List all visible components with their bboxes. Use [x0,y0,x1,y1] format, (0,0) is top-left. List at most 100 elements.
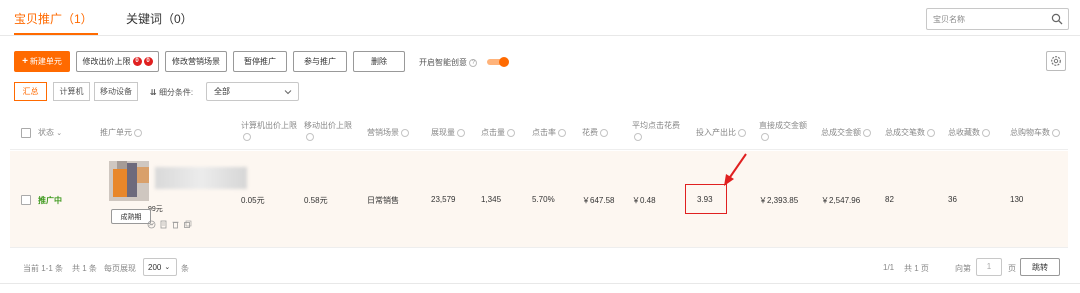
help-icon[interactable] [457,128,465,137]
search-box [926,8,1069,30]
help-icon[interactable] [134,128,142,137]
copy-icon[interactable] [183,220,192,229]
page-size-select[interactable]: 200 ⌄ [143,258,177,276]
help-icon[interactable] [507,128,515,137]
row-checkbox[interactable] [21,195,31,205]
modify-scene-button[interactable]: 修改营销场景 [165,51,227,72]
direct-gmv-cell: ￥2,393.85 [759,196,799,205]
help-icon[interactable] [863,128,871,137]
mobile-bid-cell: 0.58元 [304,196,328,205]
column-header-roi[interactable]: 投入产出比 [696,127,746,138]
help-icon[interactable] [558,128,566,137]
column-label: 营销场景 [367,128,399,137]
column-label: 移动出价上限 [304,121,352,130]
modify-bid-limit-button[interactable]: 修改出价上限 0 0 [76,51,159,72]
goto-page-input[interactable]: 1 [976,258,1002,276]
page-indicator: 1/1 [883,263,895,272]
product-thumbnail[interactable] [109,161,149,201]
device-tab-pc[interactable]: 计算机 [53,82,90,101]
document-icon[interactable] [159,220,168,229]
column-header-total-gmv[interactable]: 总成交金额 [821,127,871,138]
help-icon[interactable] [982,128,990,137]
pagination-total: 共 1 条 [72,264,97,273]
active-tab-indicator [14,33,98,35]
column-header-direct-gmv[interactable]: 直接成交金额 [759,120,819,142]
pagination-range: 当前 1-1 条 [23,264,64,273]
goto-label: 向第 [955,264,971,273]
help-icon[interactable] [401,128,409,137]
column-label: 状态 [38,128,54,137]
help-icon[interactable]: ? [469,58,478,67]
pause-button[interactable]: 暂停推广 [233,51,287,72]
pc-bid-cell: 0.05元 [241,196,265,205]
total-gmv-cell: ￥2,547.96 [821,196,861,205]
search-input[interactable] [927,9,1042,29]
page-size-value: 200 [148,262,162,272]
modify-bid-limit-label: 修改出价上限 [82,57,131,66]
cost-cell: ￥647.58 [582,196,615,205]
alert-badge: 0 [143,57,153,66]
help-icon[interactable] [306,132,314,141]
column-header-avg-cpc[interactable]: 平均点击花费 [632,120,692,142]
column-label: 总成交笔数 [885,128,925,137]
join-button[interactable]: 参与推广 [293,51,347,72]
total-orders-cell: 82 [885,195,894,204]
chevron-down-icon: ⌄ [164,264,171,271]
chart-icon[interactable] [147,220,156,229]
new-unit-button[interactable]: + 新建单元 [14,51,70,72]
clicks-cell: 1,345 [481,195,502,204]
column-header-impressions[interactable]: 展现量 [431,127,465,138]
column-header-pc-bid: 计算机出价上限 [241,120,301,142]
tab-item-promotion[interactable]: 宝贝推广（1） [14,10,93,27]
column-label: 总购物车数 [1010,128,1050,137]
scene-cell: 日常销售 [367,196,399,205]
filter-select[interactable]: 全部 [206,82,299,101]
help-icon[interactable] [1052,128,1060,137]
trash-icon[interactable] [171,220,180,229]
smart-creative-toggle[interactable] [485,57,509,67]
device-tab-mobile[interactable]: 移动设备 [94,82,138,101]
column-label: 花费 [582,128,598,137]
column-header-cart[interactable]: 总购物车数 [1010,127,1060,138]
column-header-mobile-bid: 移动出价上限 [304,120,359,142]
roi-highlight-box [685,184,727,214]
column-header-clicks[interactable]: 点击量 [481,127,515,138]
toggle-knob [499,57,509,67]
search-icon[interactable] [1051,13,1063,25]
column-label: 推广单元 [100,128,132,137]
select-all-checkbox[interactable] [21,128,31,138]
column-label: 点击量 [481,128,505,137]
column-header-status[interactable]: 状态 ⌄ [38,127,62,139]
help-icon[interactable] [738,128,746,137]
alert-badge: 0 [132,57,142,66]
settings-button[interactable] [1046,51,1066,71]
column-header-scene: 营销场景 [367,127,409,138]
jump-button[interactable]: 跳转 [1020,258,1060,276]
help-icon[interactable] [761,132,769,141]
column-label: 展现量 [431,128,455,137]
total-pages: 共 1 页 [904,264,929,273]
help-icon[interactable] [243,132,251,141]
help-icon[interactable] [927,128,935,137]
column-header-ctr[interactable]: 点击率 [532,127,566,138]
column-label: 平均点击花费 [632,121,680,130]
device-tab-summary[interactable]: 汇总 [14,82,47,101]
column-label: 点击率 [532,128,556,137]
tab-keywords[interactable]: 关键词（0） [126,10,193,27]
filter-select-value: 全部 [214,87,230,96]
page-unit: 页 [1008,264,1016,273]
delete-button[interactable]: 删除 [353,51,405,72]
product-title-blurred [155,167,247,189]
help-icon[interactable] [634,132,642,141]
mature-stage-button[interactable]: 成熟期 [111,209,151,224]
column-header-total-orders[interactable]: 总成交笔数 [885,127,935,138]
column-label: 总成交金额 [821,128,861,137]
column-header-favorites[interactable]: 总收藏数 [948,127,990,138]
new-unit-label: 新建单元 [29,57,62,66]
plus-icon: + [22,56,28,67]
per-page-label: 每页展现 [104,264,136,273]
help-icon[interactable] [600,128,608,137]
column-label: 直接成交金额 [759,121,807,130]
column-header-cost[interactable]: 花费 [582,127,608,138]
arrow-annotation-icon [724,153,747,186]
